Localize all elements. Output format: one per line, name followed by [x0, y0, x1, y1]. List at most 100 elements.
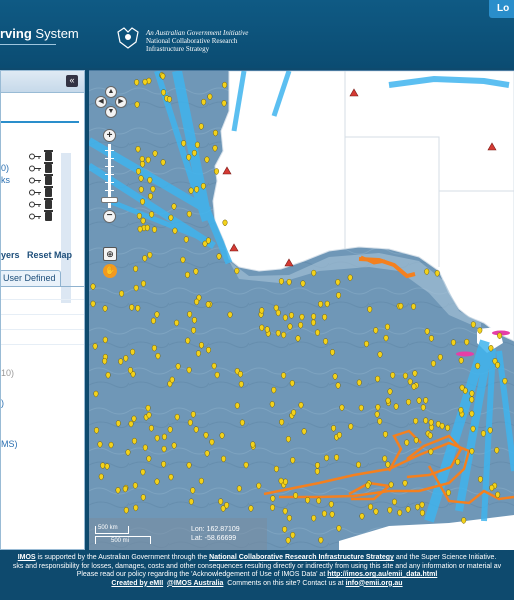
- float-marker-icon[interactable]: [144, 224, 150, 232]
- float-marker-icon[interactable]: [174, 413, 180, 421]
- float-marker-icon[interactable]: [420, 404, 426, 411]
- float-marker-icon[interactable]: [428, 448, 434, 456]
- float-marker-icon[interactable]: [104, 463, 110, 470]
- float-marker-icon[interactable]: [324, 300, 330, 308]
- float-marker-icon[interactable]: [171, 203, 177, 210]
- float-marker-icon[interactable]: [190, 411, 196, 418]
- float-marker-icon[interactable]: [269, 401, 275, 408]
- float-marker-icon[interactable]: [186, 154, 192, 161]
- float-marker-icon[interactable]: [140, 161, 146, 168]
- data-policy-link[interactable]: http://imos.org.au/emii_data.html: [327, 571, 437, 578]
- float-marker-icon[interactable]: [161, 89, 167, 96]
- float-marker-icon[interactable]: [434, 270, 440, 277]
- float-marker-icon[interactable]: [145, 156, 151, 164]
- float-marker-icon[interactable]: [488, 345, 494, 352]
- float-marker-icon[interactable]: [187, 419, 193, 427]
- float-marker-icon[interactable]: [322, 314, 328, 321]
- float-marker-icon[interactable]: [93, 390, 99, 398]
- float-marker-icon[interactable]: [375, 375, 381, 383]
- float-marker-icon[interactable]: [204, 156, 210, 164]
- float-marker-icon[interactable]: [94, 427, 100, 434]
- float-marker-icon[interactable]: [154, 434, 160, 442]
- float-marker-icon[interactable]: [348, 423, 354, 430]
- float-marker-icon[interactable]: [130, 348, 136, 356]
- float-marker-icon[interactable]: [314, 468, 320, 475]
- float-marker-icon[interactable]: [428, 335, 434, 342]
- float-marker-icon[interactable]: [108, 441, 114, 449]
- float-marker-icon[interactable]: [152, 150, 158, 157]
- float-marker-icon[interactable]: [377, 418, 383, 425]
- pan-up-icon[interactable]: ▲: [105, 86, 117, 98]
- float-marker-icon[interactable]: [487, 427, 493, 434]
- float-marker-icon[interactable]: [335, 382, 341, 389]
- collapse-panel-button[interactable]: «: [66, 75, 78, 87]
- float-marker-icon[interactable]: [97, 441, 103, 448]
- float-marker-icon[interactable]: [204, 450, 210, 457]
- float-marker-icon[interactable]: [398, 302, 404, 310]
- float-marker-icon[interactable]: [459, 384, 465, 392]
- float-marker-icon[interactable]: [142, 255, 148, 262]
- float-marker-icon[interactable]: [404, 439, 410, 447]
- float-marker-icon[interactable]: [489, 484, 495, 492]
- float-marker-icon[interactable]: [250, 441, 256, 448]
- float-marker-icon[interactable]: [324, 454, 330, 462]
- zoom-out-icon[interactable]: −: [103, 210, 116, 223]
- float-marker-icon[interactable]: [221, 100, 227, 107]
- float-marker-icon[interactable]: [193, 268, 199, 275]
- contact-email-link[interactable]: info@emii.org.au: [346, 580, 403, 587]
- float-marker-icon[interactable]: [115, 420, 121, 427]
- float-marker-icon[interactable]: [293, 492, 299, 499]
- login-button[interactable]: Lo: [489, 0, 514, 18]
- float-marker-icon[interactable]: [300, 280, 306, 287]
- float-marker-icon[interactable]: [282, 526, 288, 533]
- float-marker-icon[interactable]: [140, 280, 146, 288]
- key-icon[interactable]: [29, 201, 41, 208]
- float-marker-icon[interactable]: [291, 409, 297, 416]
- layer-row[interactable]: [1, 210, 81, 223]
- float-marker-icon[interactable]: [136, 212, 142, 220]
- float-marker-icon[interactable]: [123, 507, 129, 514]
- float-marker-icon[interactable]: [151, 226, 157, 233]
- float-marker-icon[interactable]: [475, 362, 481, 370]
- float-marker-icon[interactable]: [347, 274, 353, 282]
- delete-icon[interactable]: [44, 162, 53, 173]
- float-marker-icon[interactable]: [423, 417, 429, 424]
- float-marker-icon[interactable]: [214, 371, 220, 379]
- float-marker-icon[interactable]: [90, 283, 96, 291]
- ncris-link[interactable]: National Collaborative Research Infrastr…: [209, 554, 394, 561]
- float-marker-icon[interactable]: [218, 498, 224, 505]
- float-marker-icon[interactable]: [191, 149, 197, 157]
- float-marker-icon[interactable]: [134, 79, 140, 86]
- float-marker-icon[interactable]: [336, 525, 342, 532]
- float-marker-icon[interactable]: [161, 461, 167, 468]
- float-marker-icon[interactable]: [318, 301, 324, 308]
- float-marker-icon[interactable]: [239, 419, 245, 427]
- float-marker-icon[interactable]: [137, 225, 143, 233]
- imos-australia-link[interactable]: @IMOS Australia: [167, 580, 223, 587]
- float-marker-icon[interactable]: [146, 412, 152, 419]
- float-marker-icon[interactable]: [458, 357, 464, 364]
- float-marker-icon[interactable]: [318, 537, 324, 544]
- float-marker-icon[interactable]: [221, 455, 227, 463]
- float-marker-icon[interactable]: [133, 284, 139, 292]
- float-marker-icon[interactable]: [335, 279, 341, 286]
- float-marker-icon[interactable]: [227, 311, 233, 319]
- float-marker-icon[interactable]: [212, 145, 218, 152]
- layers-button[interactable]: yers: [1, 250, 20, 260]
- float-marker-icon[interactable]: [193, 426, 199, 433]
- float-marker-icon[interactable]: [222, 219, 228, 227]
- float-marker-icon[interactable]: [128, 420, 134, 428]
- float-marker-icon[interactable]: [188, 187, 194, 195]
- float-marker-icon[interactable]: [411, 303, 417, 311]
- float-marker-icon[interactable]: [477, 476, 483, 483]
- float-marker-icon[interactable]: [470, 425, 476, 433]
- float-marker-icon[interactable]: [138, 175, 144, 182]
- tab-user-defined[interactable]: User Defined: [1, 270, 61, 286]
- float-marker-icon[interactable]: [205, 301, 211, 308]
- float-marker-icon[interactable]: [469, 448, 475, 455]
- float-marker-icon[interactable]: [384, 323, 390, 331]
- float-marker-icon[interactable]: [168, 214, 174, 222]
- float-marker-icon[interactable]: [224, 502, 230, 509]
- float-marker-icon[interactable]: [423, 397, 429, 404]
- float-marker-icon[interactable]: [147, 176, 153, 184]
